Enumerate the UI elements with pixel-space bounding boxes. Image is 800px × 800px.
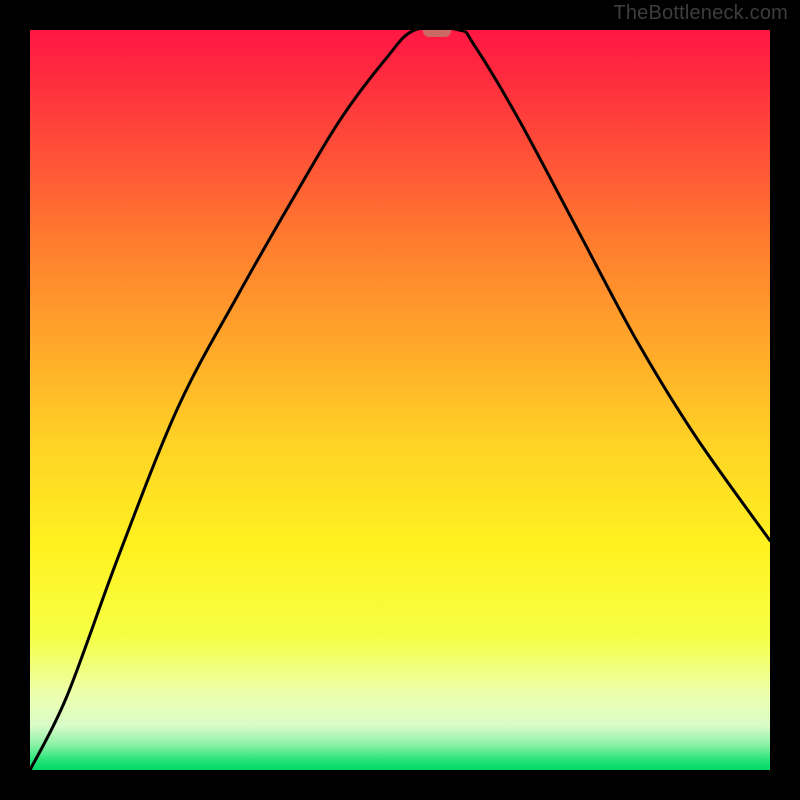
chart-frame: TheBottleneck.com — [0, 0, 800, 800]
bottleneck-chart — [30, 30, 770, 770]
optimal-marker — [423, 30, 451, 37]
chart-background — [30, 30, 770, 770]
attribution-label: TheBottleneck.com — [613, 2, 788, 25]
chart-svg — [30, 30, 770, 770]
